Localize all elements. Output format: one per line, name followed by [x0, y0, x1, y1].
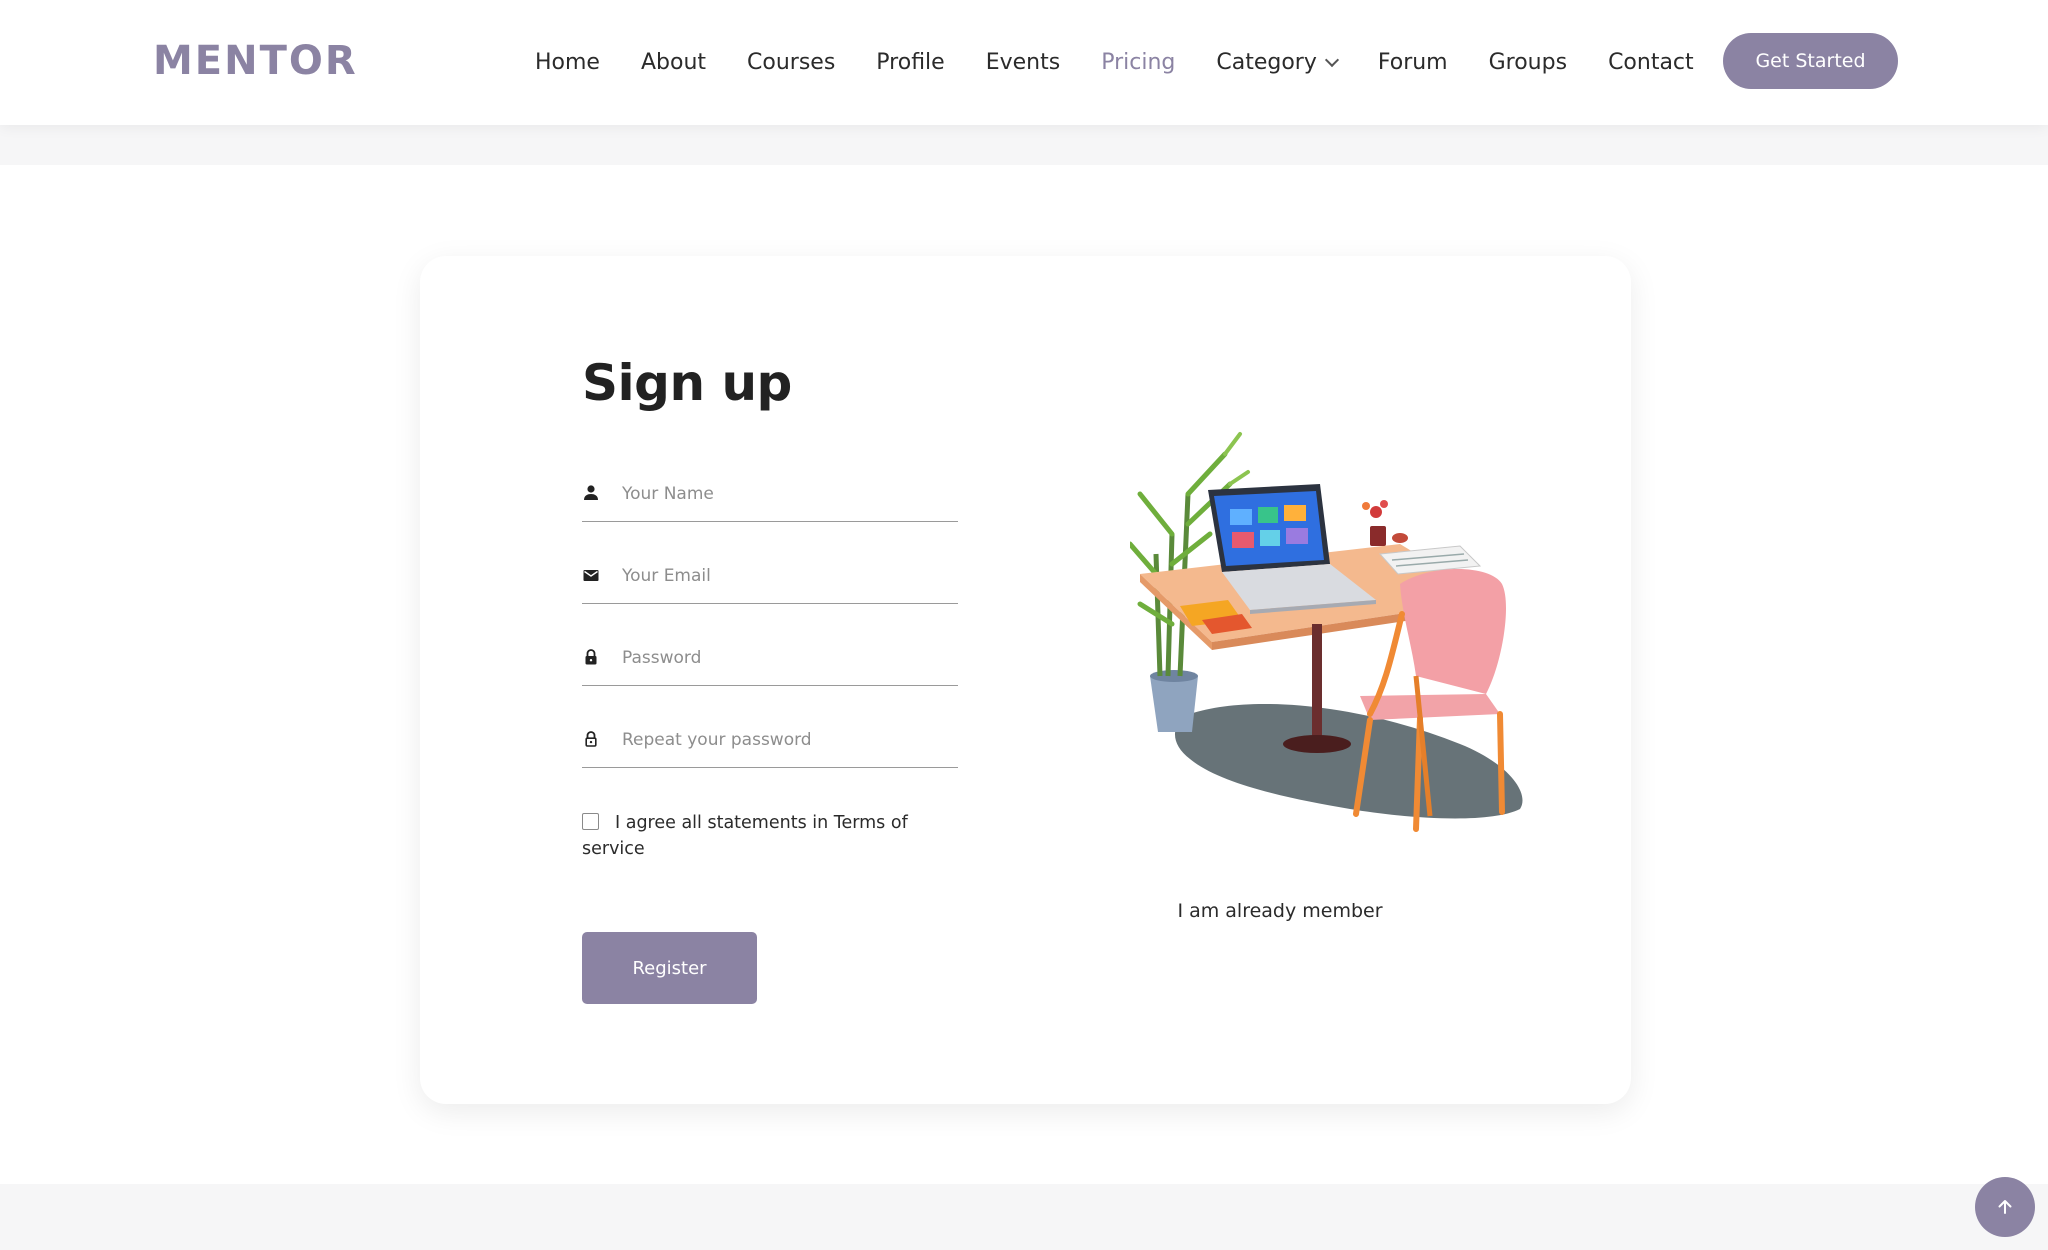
- terms-label: I agree all statements in Terms of servi…: [582, 813, 908, 859]
- main-nav: Home About Courses Profile Events Pricin…: [535, 0, 1735, 125]
- name-input[interactable]: [622, 478, 952, 510]
- nav-item-groups[interactable]: Groups: [1489, 50, 1567, 75]
- terms-agreement: I agree all statements in Terms of servi…: [582, 810, 942, 862]
- mail-icon: [583, 570, 599, 581]
- nav-item-home[interactable]: Home: [535, 50, 600, 75]
- nav-item-forum[interactable]: Forum: [1378, 50, 1448, 75]
- nav-item-contact[interactable]: Contact: [1608, 50, 1694, 75]
- email-input[interactable]: [622, 560, 952, 592]
- email-field: [582, 556, 958, 604]
- page-title: Sign up: [582, 354, 792, 412]
- nav-item-label: Home: [535, 50, 600, 75]
- section-divider-top: [0, 125, 2048, 165]
- nav-item-label: Pricing: [1101, 50, 1176, 75]
- logo[interactable]: MENTOR: [153, 38, 358, 84]
- nav-item-category[interactable]: Category: [1216, 50, 1339, 75]
- nav-item-label: Courses: [747, 50, 836, 75]
- repeat-password-field: [582, 720, 958, 768]
- nav-item-events[interactable]: Events: [986, 50, 1061, 75]
- nav-item-label: Profile: [876, 50, 945, 75]
- nav-item-label: Category: [1216, 50, 1317, 75]
- nav-item-courses[interactable]: Courses: [747, 50, 835, 75]
- password-field: [582, 638, 958, 686]
- nav-item-label: Forum: [1377, 50, 1448, 75]
- chevron-down-icon: [1324, 52, 1339, 67]
- already-member-link[interactable]: I am already member: [1070, 900, 1490, 922]
- section-divider-bottom: [0, 1184, 2048, 1250]
- nav-item-profile[interactable]: Profile: [876, 50, 944, 75]
- nav-item-label: About: [640, 50, 707, 75]
- nav-item-label: Groups: [1488, 50, 1568, 75]
- password-input[interactable]: [622, 642, 952, 674]
- nav-item-label: Events: [985, 50, 1061, 75]
- repeat-password-input[interactable]: [622, 724, 952, 756]
- arrow-up-icon: [1998, 1200, 2012, 1214]
- nav-item-label: Contact: [1608, 50, 1694, 75]
- lock-outline-icon: [585, 731, 597, 747]
- person-icon: [584, 485, 598, 500]
- site-header: MENTOR Home About Courses Profile Events…: [0, 0, 2048, 125]
- terms-checkbox[interactable]: [582, 813, 599, 830]
- register-button[interactable]: Register: [582, 932, 757, 1004]
- lock-icon: [585, 649, 597, 665]
- desk-illustration: [1130, 432, 1523, 832]
- get-started-button[interactable]: Get Started: [1723, 33, 1898, 89]
- name-field: [582, 474, 958, 522]
- nav-item-pricing[interactable]: Pricing: [1101, 50, 1175, 75]
- nav-item-about[interactable]: About: [641, 50, 706, 75]
- signup-card: Sign up I agree all: [420, 256, 1631, 1104]
- back-to-top-button[interactable]: [1975, 1177, 2035, 1237]
